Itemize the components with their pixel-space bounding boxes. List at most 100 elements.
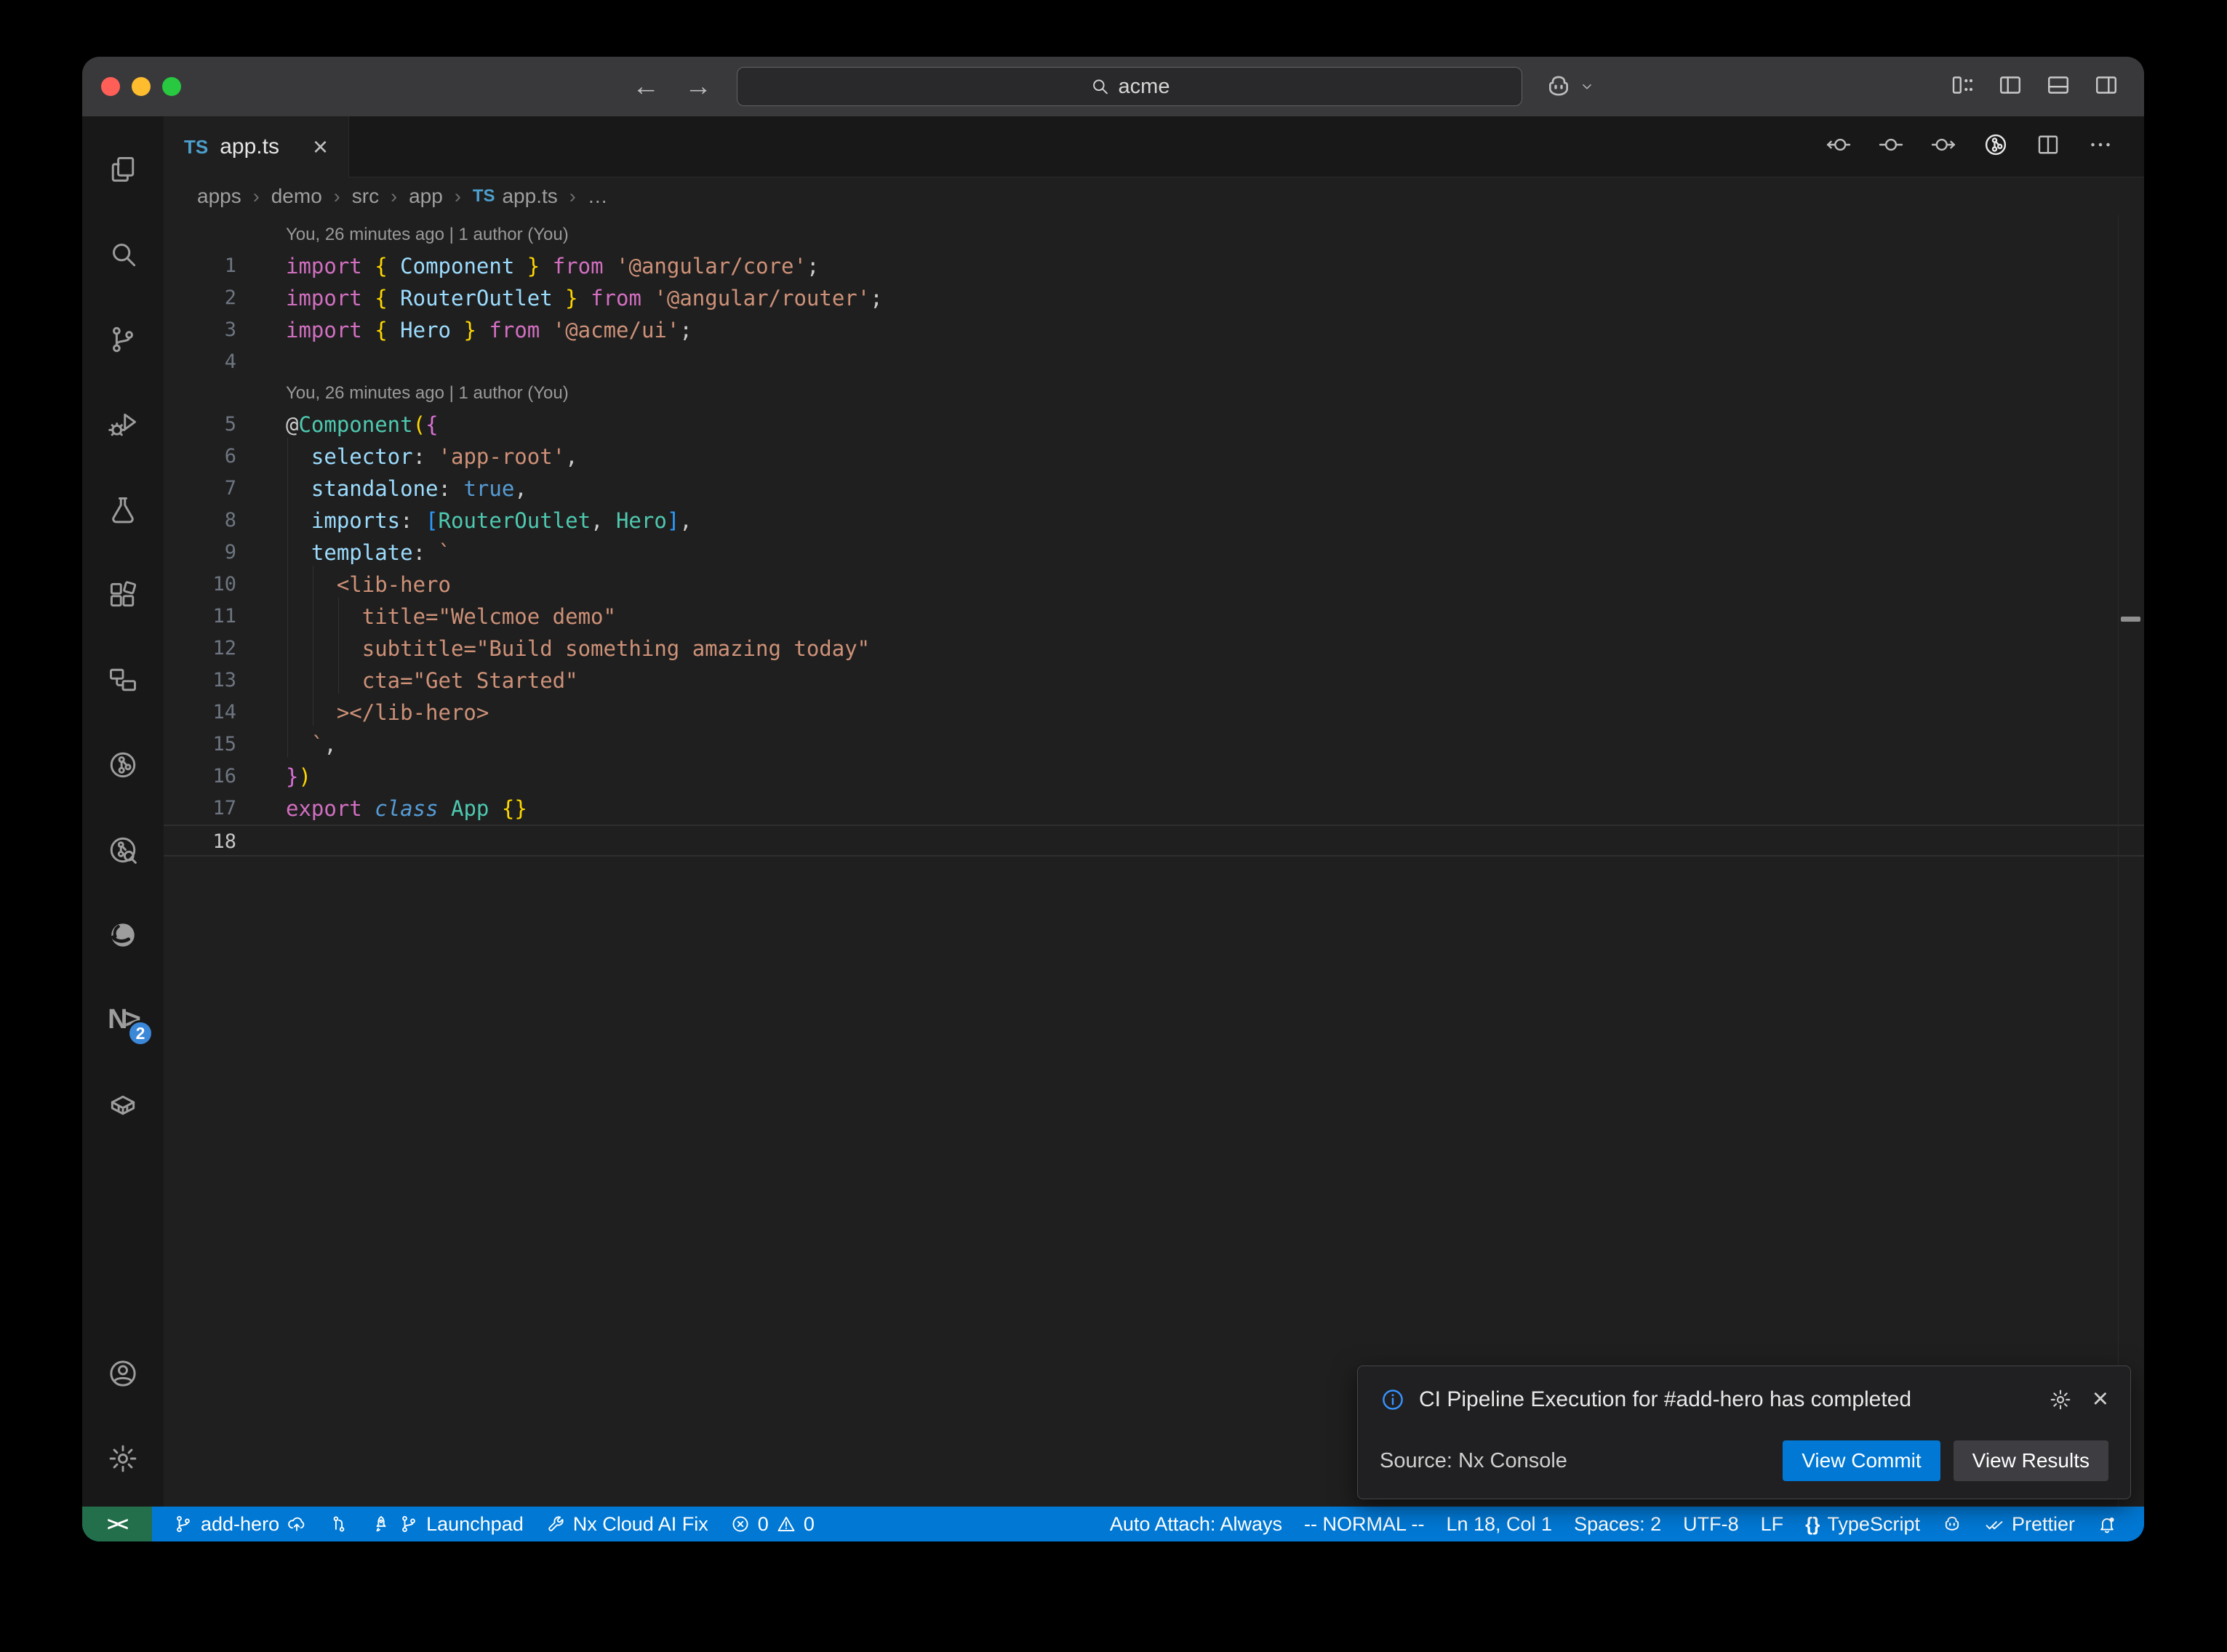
status-text: 0 [758, 1513, 769, 1536]
notification-close-icon[interactable]: × [2092, 1384, 2108, 1415]
code-line-11[interactable]: 11 title="Welcmoe demo" [164, 601, 2144, 633]
copilot-icon [1544, 72, 1573, 101]
code-line-14[interactable]: 14 ></lib-hero> [164, 697, 2144, 729]
activity-item-containers[interactable] [82, 1062, 164, 1147]
activity-item-edge-tools[interactable] [82, 892, 164, 977]
code-line-2[interactable]: 2import { RouterOutlet } from '@angular/… [164, 282, 2144, 314]
nx-project-graph-action-button[interactable] [1983, 132, 2009, 161]
code-line-3[interactable]: 3import { Hero } from '@acme/ui'; [164, 314, 2144, 346]
code-line-12[interactable]: 12 subtitle="Build something amazing tod… [164, 633, 2144, 665]
copilot-icon [1942, 1514, 1962, 1534]
activity-item-run-and-debug[interactable] [82, 382, 164, 467]
tab-app-ts[interactable]: TS app.ts × [164, 116, 349, 177]
gitlens-next-change-button[interactable] [1930, 132, 1956, 161]
status-item-auto-attach[interactable]: Auto Attach: Always [1099, 1507, 1293, 1541]
activity-item-nx-project-graph[interactable] [82, 722, 164, 807]
gitlens-previous-change-button[interactable] [1826, 132, 1852, 161]
gitlens-compare-button[interactable] [1878, 132, 1904, 161]
toggle-secondary-sidebar-button[interactable] [2093, 72, 2119, 102]
status-item-indentation[interactable]: Spaces: 2 [1563, 1507, 1672, 1541]
activity-item-accounts[interactable] [82, 1331, 164, 1416]
activity-item-project-references[interactable] [82, 637, 164, 722]
status-item-problems[interactable]: 00 [719, 1507, 825, 1541]
code-line-18[interactable]: 18 [164, 825, 2144, 857]
code-text: subtitle="Build something amazing today" [236, 633, 870, 665]
status-item-notifications-bell[interactable] [2086, 1507, 2128, 1541]
box-3d-icon [107, 1089, 139, 1121]
line-number: 4 [164, 346, 236, 378]
more-actions-button[interactable] [2087, 132, 2114, 161]
activity-item-explorer[interactable] [82, 127, 164, 212]
breadcrumb-separator: › [391, 185, 397, 208]
close-window-button[interactable] [101, 77, 120, 96]
customize-layout-button[interactable] [1949, 72, 1975, 102]
zoom-window-button[interactable] [162, 77, 181, 96]
customize-layout-icon [1949, 72, 1975, 98]
line-number: 10 [164, 569, 236, 601]
code-line-1[interactable]: 1import { Component } from '@angular/cor… [164, 250, 2144, 282]
breadcrumb-item-apps[interactable]: apps [197, 185, 241, 208]
status-item-git-branch[interactable]: add-hero [162, 1507, 318, 1541]
activity-item-nx-console[interactable]: N>2 [82, 977, 164, 1062]
status-item-launchpad[interactable]: Launchpad [360, 1507, 535, 1541]
editor[interactable]: You, 26 minutes ago | 1 author (You)1imp… [164, 215, 2144, 1507]
split-editor-button[interactable] [2035, 132, 2061, 161]
remote-indicator[interactable]: >< [82, 1507, 152, 1541]
breadcrumb-label: demo [271, 185, 322, 208]
activity-item-search[interactable] [82, 212, 164, 297]
status-item-formatter[interactable]: Prettier [1973, 1507, 2086, 1541]
notification-settings-gear-icon[interactable] [2049, 1388, 2072, 1411]
view-commit-button[interactable]: View Commit [1783, 1440, 1940, 1481]
activity-item-nx-project-details[interactable] [82, 807, 164, 892]
typescript-file-icon: TS [473, 186, 495, 206]
status-item-commit-graph[interactable] [318, 1507, 360, 1541]
view-results-button[interactable]: View Results [1954, 1440, 2108, 1481]
code-line-17[interactable]: 17export class App {} [164, 793, 2144, 825]
code-line-15[interactable]: 15 `, [164, 729, 2144, 761]
cloud-upload-icon [287, 1514, 307, 1534]
code-line-5[interactable]: 5@Component({ [164, 409, 2144, 441]
status-left: add-hero LaunchpadNx Cloud AI Fix00 [152, 1507, 825, 1541]
status-item-eol[interactable]: LF [1750, 1507, 1795, 1541]
code-line-6[interactable]: 6 selector: 'app-root', [164, 441, 2144, 473]
back-button[interactable]: ← [632, 71, 660, 103]
workbench: N>2 TS app.ts × apps›demo›src›app›TSapp.… [82, 116, 2144, 1507]
close-tab-icon[interactable]: × [313, 132, 328, 162]
command-center-search[interactable]: acme [737, 67, 1522, 106]
code-line-10[interactable]: 10 <lib-hero [164, 569, 2144, 601]
code-text: }) [236, 761, 311, 793]
breadcrumb-item-app.ts[interactable]: TSapp.ts [473, 185, 558, 208]
edge-swirl-icon [107, 919, 139, 951]
toggle-panel-button[interactable] [2045, 72, 2071, 102]
status-item-nx-cloud-ai-fix[interactable]: Nx Cloud AI Fix [535, 1507, 719, 1541]
codelens-blame-annotation[interactable]: You, 26 minutes ago | 1 author (You) [164, 378, 2144, 409]
status-item-copilot-status[interactable] [1931, 1507, 1973, 1541]
code-line-13[interactable]: 13 cta="Get Started" [164, 665, 2144, 697]
forward-button[interactable]: → [684, 71, 712, 103]
copilot-menu-button[interactable] [1544, 57, 1595, 116]
breadcrumb-item-app[interactable]: app [409, 185, 443, 208]
breadcrumb-item-src[interactable]: src [352, 185, 379, 208]
status-item-cursor-position[interactable]: Ln 18, Col 1 [1435, 1507, 1563, 1541]
toggle-primary-sidebar-button[interactable] [1997, 72, 2023, 102]
code-line-16[interactable]: 16}) [164, 761, 2144, 793]
breadcrumb-item-demo[interactable]: demo [271, 185, 322, 208]
codelens-blame-annotation[interactable]: You, 26 minutes ago | 1 author (You) [164, 220, 2144, 250]
status-item-encoding[interactable]: UTF-8 [1672, 1507, 1750, 1541]
activity-item-manage-settings[interactable] [82, 1416, 164, 1501]
code-line-7[interactable]: 7 standalone: true, [164, 473, 2144, 505]
activity-item-source-control[interactable] [82, 297, 164, 382]
breadcrumb-item-[interactable]: … [588, 185, 608, 208]
minimize-window-button[interactable] [132, 77, 151, 96]
scrollbar-track[interactable] [2118, 215, 2119, 1507]
code-line-4[interactable]: 4 [164, 346, 2144, 378]
tab-label: app.ts [220, 135, 279, 159]
status-item-language-mode[interactable]: {}TypeScript [1794, 1507, 1931, 1541]
activity-item-extensions[interactable] [82, 552, 164, 637]
code-line-8[interactable]: 8 imports: [RouterOutlet, Hero], [164, 505, 2144, 537]
breadcrumb-label: … [588, 185, 608, 208]
status-item-vim-mode[interactable]: -- NORMAL -- [1293, 1507, 1435, 1541]
activity-item-testing[interactable] [82, 467, 164, 552]
search-icon [107, 238, 139, 270]
code-line-9[interactable]: 9 template: ` [164, 537, 2144, 569]
